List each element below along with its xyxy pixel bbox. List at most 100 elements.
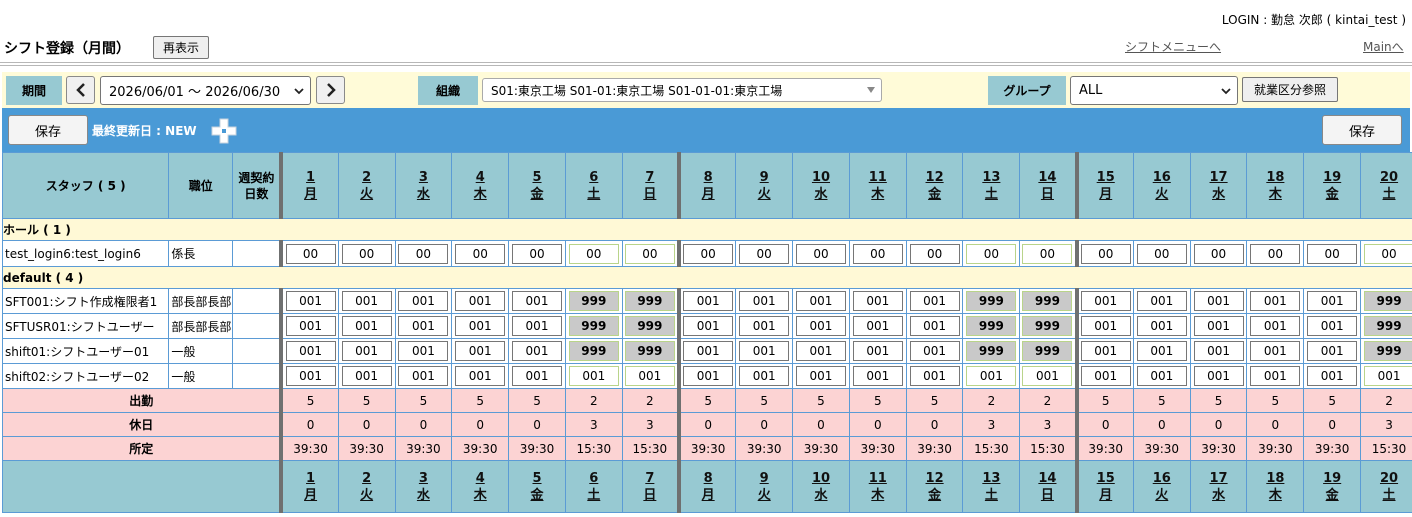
shift-code-input[interactable]: 00 xyxy=(568,243,619,264)
shift-code-input[interactable]: 001 xyxy=(285,341,336,361)
day-number[interactable]: 16 xyxy=(1134,169,1189,186)
shift-code-input[interactable]: 001 xyxy=(1022,366,1073,386)
shift-code-input[interactable]: 001 xyxy=(1250,291,1301,311)
shift-code-input[interactable]: 001 xyxy=(1136,366,1187,386)
shift-code-input[interactable]: 001 xyxy=(1136,341,1187,361)
day-header-5[interactable]: 5金 xyxy=(508,152,566,219)
day-header-13[interactable]: 13 土 xyxy=(962,460,1021,513)
day-header-9[interactable]: 9火 xyxy=(735,152,794,219)
shift-code-input[interactable]: 001 xyxy=(341,366,392,386)
day-number[interactable]: 19 xyxy=(1305,169,1360,186)
day-header-15[interactable]: 15 月 xyxy=(1074,460,1134,513)
day-header-10[interactable]: 10 水 xyxy=(792,460,850,513)
shift-code-input[interactable]: 001 xyxy=(624,366,675,386)
day-header-1[interactable]: 1月 xyxy=(279,152,339,219)
shift-code-input[interactable]: 00 xyxy=(1136,243,1187,264)
day-number[interactable]: 6 xyxy=(566,169,621,186)
day-number[interactable]: 9 xyxy=(737,470,792,487)
day-number[interactable]: 14 xyxy=(1021,470,1075,487)
day-number[interactable]: 15 xyxy=(1081,470,1133,487)
shift-code-input[interactable]: 00 xyxy=(1193,243,1244,264)
day-number[interactable]: 7 xyxy=(623,169,677,186)
shift-code-input[interactable]: 001 xyxy=(1307,316,1358,336)
day-header-5[interactable]: 5金 xyxy=(508,460,566,513)
shift-code-input[interactable]: 999 xyxy=(568,316,619,336)
day-number[interactable]: 15 xyxy=(1081,169,1133,186)
shift-code-input[interactable]: 001 xyxy=(1080,366,1131,386)
shift-code-input[interactable]: 00 xyxy=(795,243,846,264)
shift-code-input[interactable]: 001 xyxy=(285,291,336,311)
work-type-button[interactable]: 就業区分参照 xyxy=(1242,77,1338,102)
shift-code-input[interactable]: 001 xyxy=(512,291,562,311)
day-number[interactable]: 12 xyxy=(907,470,962,487)
day-number[interactable]: 5 xyxy=(510,169,565,186)
shift-code-input[interactable]: 001 xyxy=(1080,341,1131,361)
shift-code-input[interactable]: 00 xyxy=(852,243,903,264)
day-number[interactable]: 1 xyxy=(285,169,337,186)
shift-code-input[interactable]: 999 xyxy=(568,291,619,311)
day-header-11[interactable]: 11 木 xyxy=(848,460,907,513)
shift-code-input[interactable]: 00 xyxy=(455,243,506,264)
shift-code-input[interactable]: 001 xyxy=(1307,341,1358,361)
shift-code-input[interactable]: 001 xyxy=(852,291,903,311)
org-select[interactable]: S01:東京工場 S01-01:東京工場 S01-01-01:東京工場 xyxy=(482,78,882,102)
shift-code-input[interactable]: 001 xyxy=(1250,366,1301,386)
shift-code-input[interactable]: 00 xyxy=(398,243,449,264)
save-button-right[interactable]: 保存 xyxy=(1322,115,1402,145)
day-number[interactable]: 18 xyxy=(1248,470,1303,487)
shift-code-input[interactable]: 001 xyxy=(455,316,506,336)
day-header-4[interactable]: 4木 xyxy=(451,460,510,513)
day-number[interactable]: 18 xyxy=(1248,169,1303,186)
day-header-14[interactable]: 14 日 xyxy=(1019,460,1078,513)
shift-code-input[interactable]: 001 xyxy=(909,316,960,336)
shift-code-input[interactable]: 00 xyxy=(1250,243,1301,264)
shift-code-input[interactable]: 999 xyxy=(966,291,1017,311)
shift-code-input[interactable]: 001 xyxy=(1193,341,1244,361)
main-link[interactable]: Mainへ xyxy=(1363,38,1404,55)
day-number[interactable]: 17 xyxy=(1191,470,1246,487)
shift-code-input[interactable]: 00 xyxy=(683,243,734,264)
day-number[interactable]: 12 xyxy=(907,169,962,186)
day-number[interactable]: 9 xyxy=(737,169,792,186)
shift-code-input[interactable]: 00 xyxy=(512,243,562,264)
shift-code-input[interactable]: 001 xyxy=(1250,316,1301,336)
shift-code-input[interactable]: 999 xyxy=(966,316,1017,336)
day-header-9[interactable]: 9火 xyxy=(735,460,794,513)
shift-code-input[interactable]: 00 xyxy=(1307,243,1358,264)
day-number[interactable]: 1 xyxy=(285,470,337,487)
shift-code-input[interactable]: 001 xyxy=(341,341,392,361)
shift-code-input[interactable]: 001 xyxy=(1080,291,1131,311)
day-header-18[interactable]: 18 木 xyxy=(1246,460,1305,513)
day-number[interactable]: 7 xyxy=(623,470,677,487)
shift-code-input[interactable]: 001 xyxy=(1136,316,1187,336)
shift-code-input[interactable]: 001 xyxy=(795,316,846,336)
day-number[interactable]: 4 xyxy=(453,470,508,487)
day-number[interactable]: 8 xyxy=(683,470,735,487)
shift-code-input[interactable]: 999 xyxy=(1364,316,1412,336)
shift-code-input[interactable]: 001 xyxy=(1136,291,1187,311)
shift-code-input[interactable]: 00 xyxy=(739,243,790,264)
day-number[interactable]: 4 xyxy=(453,169,508,186)
day-header-20[interactable]: 20 土 xyxy=(1360,460,1412,513)
period-select[interactable]: 2026/06/01 ～ 2026/06/30 xyxy=(100,76,311,105)
shift-code-input[interactable]: 00 xyxy=(966,243,1017,264)
shift-code-input[interactable]: 001 xyxy=(512,341,562,361)
shift-code-input[interactable]: 001 xyxy=(966,366,1017,386)
day-header-16[interactable]: 16 火 xyxy=(1132,460,1191,513)
shift-code-input[interactable]: 999 xyxy=(1364,341,1412,361)
day-number[interactable]: 3 xyxy=(396,169,451,186)
shift-code-input[interactable]: 001 xyxy=(455,291,506,311)
day-number[interactable]: 3 xyxy=(396,470,451,487)
day-number[interactable]: 11 xyxy=(850,169,905,186)
shift-code-input[interactable]: 001 xyxy=(285,316,336,336)
shift-code-input[interactable]: 999 xyxy=(1022,341,1073,361)
day-header-3[interactable]: 3水 xyxy=(394,152,453,219)
plus-icon[interactable] xyxy=(211,118,237,144)
day-header-13[interactable]: 13 土 xyxy=(962,152,1021,219)
shift-code-input[interactable]: 00 xyxy=(285,243,336,264)
shift-code-input[interactable]: 001 xyxy=(739,316,790,336)
shift-code-input[interactable]: 999 xyxy=(624,316,675,336)
shift-menu-link[interactable]: シフトメニューへ xyxy=(1125,38,1221,55)
day-header-8[interactable]: 8月 xyxy=(677,152,737,219)
day-number[interactable]: 19 xyxy=(1305,470,1360,487)
